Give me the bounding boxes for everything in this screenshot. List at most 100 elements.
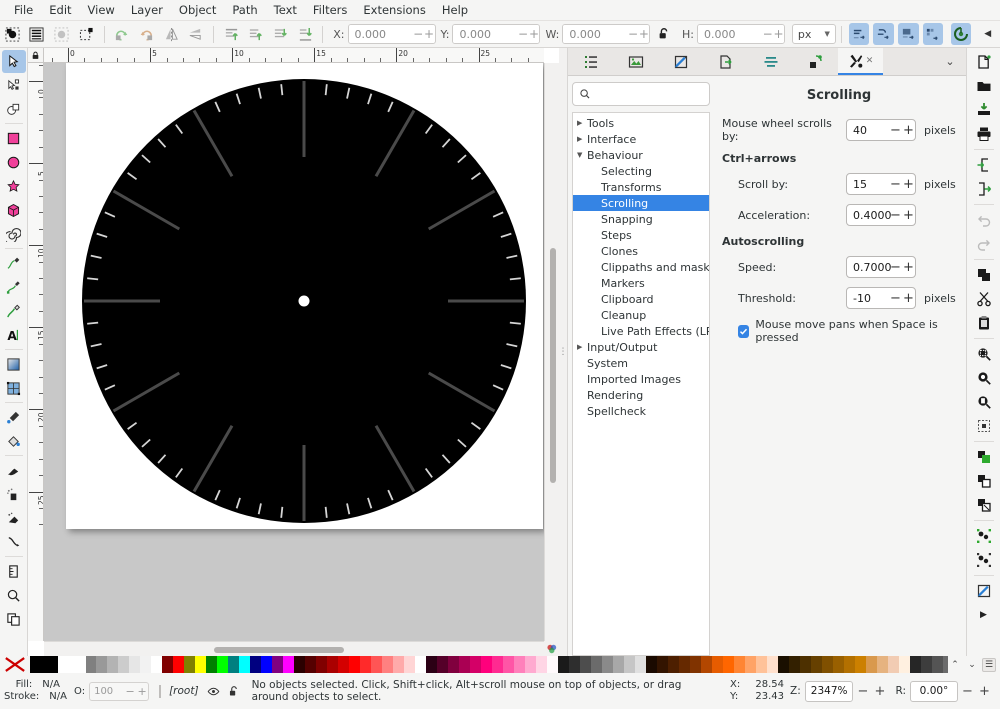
palette-swatch[interactable] [448, 656, 459, 673]
menu-extensions[interactable]: Extensions [355, 1, 433, 19]
horizontal-scrollbar[interactable] [44, 641, 544, 656]
pref-minus-scroll-by[interactable]: − [889, 174, 902, 194]
w-field-plus[interactable]: + [638, 25, 650, 43]
pref-tree-item-scrolling[interactable]: Scrolling [573, 195, 709, 211]
document-page[interactable] [66, 63, 543, 529]
palette-swatch[interactable] [525, 656, 536, 673]
palette-swatch[interactable] [745, 656, 756, 673]
pref-tree-item-input-output[interactable]: ▶ Input/Output [573, 339, 709, 355]
palette-swatch[interactable] [481, 656, 492, 673]
palette-swatch[interactable] [921, 656, 932, 673]
pref-tree-item-interface[interactable]: ▶ Interface [573, 131, 709, 147]
pref-plus-threshold[interactable]: + [902, 288, 915, 308]
measure-tool[interactable] [2, 560, 26, 583]
export-dialog-tab[interactable] [703, 48, 748, 75]
pref-tree-item-snapping[interactable]: Snapping [573, 211, 709, 227]
menu-filters[interactable]: Filters [305, 1, 355, 19]
close-icon[interactable]: ✕ [866, 56, 874, 66]
pref-minus-acceleration[interactable]: − [889, 205, 902, 225]
palette-swatch[interactable] [470, 656, 481, 673]
layers-dialog-tab[interactable] [793, 48, 838, 75]
opacity-minus[interactable]: − [124, 683, 136, 700]
rotation-control[interactable]: R: 0.00° − + [895, 680, 992, 702]
save-document-icon[interactable] [971, 99, 997, 122]
palette-swatch[interactable] [151, 656, 162, 673]
palette-swatch[interactable] [844, 656, 855, 673]
pref-tree-item-clipboard[interactable]: Clipboard [573, 291, 709, 307]
pref-tree-item-imported-images[interactable]: Imported Images [573, 371, 709, 387]
palette-swatch[interactable] [349, 656, 360, 673]
menu-file[interactable]: File [6, 1, 41, 19]
palette-swatch[interactable] [162, 656, 173, 673]
palette-swatch[interactable] [855, 656, 866, 673]
pref-tree-item-clones[interactable]: Clones [573, 243, 709, 259]
pref-plus-mouse-wheel-scrolls-by[interactable]: + [902, 120, 915, 140]
fill-swatch[interactable] [30, 656, 58, 673]
palette-swatch[interactable] [734, 656, 745, 673]
palette-swatch[interactable] [701, 656, 712, 673]
toolbar-overflow-icon[interactable]: ◀ [977, 23, 998, 45]
rotation-plus[interactable]: + [977, 684, 992, 699]
scale-stroke-toggle[interactable] [848, 23, 870, 45]
select-all-icon[interactable] [2, 23, 23, 45]
w-field-minus[interactable]: − [627, 25, 639, 43]
palette-swatch[interactable] [140, 656, 151, 673]
transform-gradients-toggle[interactable] [898, 23, 919, 45]
remove-color-x-icon[interactable] [0, 656, 30, 673]
chevron-up-icon[interactable]: ⌃ [948, 658, 962, 672]
y-field-plus[interactable]: + [528, 25, 540, 43]
palette-swatch[interactable] [690, 656, 701, 673]
menu-edit[interactable]: Edit [41, 1, 79, 19]
w-field[interactable]: 0.000 − + [562, 24, 651, 44]
mesh-gradient-tool[interactable] [2, 377, 26, 400]
palette-swatch[interactable] [316, 656, 327, 673]
pref-tree-item-spellcheck[interactable]: Spellcheck [573, 403, 709, 419]
zoom-minus[interactable]: − [855, 684, 870, 699]
pref-plus-speed[interactable]: + [902, 257, 915, 277]
tweak-tool[interactable] [2, 459, 26, 482]
palette-swatch[interactable] [536, 656, 547, 673]
palette-swatch[interactable] [96, 656, 107, 673]
palette-swatch[interactable] [173, 656, 184, 673]
zoom-control[interactable]: Z: 2347% − + [790, 680, 887, 702]
zoom-plus[interactable]: + [872, 684, 887, 699]
paint-bucket-tool[interactable] [2, 430, 26, 453]
paste-icon[interactable] [971, 312, 997, 335]
pencil-tool[interactable] [2, 252, 26, 275]
lower-icon[interactable] [270, 23, 291, 45]
lock-wh-icon[interactable] [653, 23, 674, 45]
palette-swatch[interactable] [591, 656, 602, 673]
menu-help[interactable]: Help [434, 1, 476, 19]
preferences-tree[interactable]: ▶ Tools ▶ Interface ▼ Behaviour Selecting Trans… [572, 112, 710, 656]
chevron-down-icon[interactable]: ⌄ [965, 658, 979, 672]
pref-tree-item-live-path-effects-lpe[interactable]: Live Path Effects (LPE) [573, 323, 709, 339]
export-icon[interactable] [971, 178, 997, 201]
zoom-selection-icon[interactable] [971, 343, 997, 366]
rotation-value[interactable]: 0.00° [910, 680, 958, 702]
horizontal-ruler[interactable]: 051015202530 [44, 48, 544, 63]
x-field[interactable]: 0.000 − + [347, 24, 436, 44]
palette-swatch[interactable] [580, 656, 591, 673]
print-icon[interactable] [971, 123, 997, 146]
palette-swatch[interactable] [778, 656, 789, 673]
palette-swatch[interactable] [371, 656, 382, 673]
import-icon[interactable] [971, 154, 997, 177]
pref-tree-item-selecting[interactable]: Selecting [573, 163, 709, 179]
zoom-drawing-icon[interactable] [971, 367, 997, 390]
pref-tree-item-system[interactable]: System [573, 355, 709, 371]
chevron-down-icon[interactable]: ⌄ [934, 48, 966, 75]
rotate-cw-icon[interactable] [136, 23, 157, 45]
enable-snapping-toggle[interactable] [950, 23, 972, 45]
scale-corners-toggle[interactable] [873, 23, 895, 45]
vertical-scrollbar[interactable] [544, 63, 559, 641]
eye-icon[interactable] [207, 685, 220, 698]
palette-swatch[interactable] [239, 656, 250, 673]
palette-swatch[interactable] [118, 656, 129, 673]
pref-spinner-threshold[interactable]: -10 − + [846, 287, 916, 309]
palette-swatch[interactable] [503, 656, 514, 673]
dropper-tool[interactable] [2, 406, 26, 429]
pref-minus-threshold[interactable]: − [889, 288, 902, 308]
preferences-search[interactable] [572, 82, 742, 106]
connector-tool[interactable] [2, 531, 26, 554]
palette-swatch[interactable] [877, 656, 888, 673]
